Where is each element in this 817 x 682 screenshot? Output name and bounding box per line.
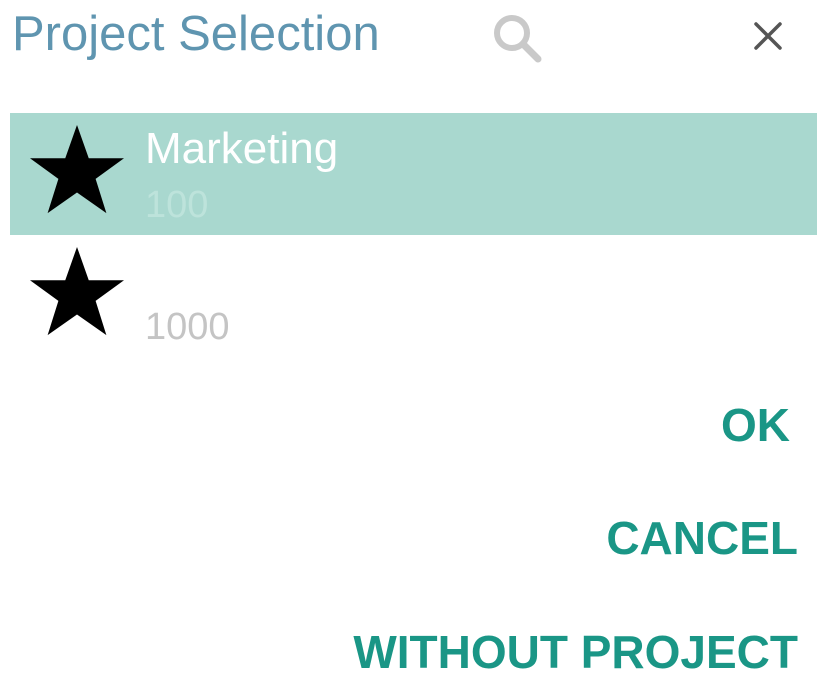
project-item-marketing[interactable]: Marketing 100 (10, 113, 817, 235)
dialog-header: Project Selection (0, 0, 817, 75)
close-icon (754, 22, 782, 50)
search-icon (494, 15, 542, 63)
project-code: 1000 (145, 306, 230, 348)
project-code: 100 (145, 184, 209, 226)
close-button[interactable] (744, 12, 792, 60)
project-list: Marketing 100 1000 (10, 113, 817, 357)
ok-button[interactable]: OK (721, 395, 790, 455)
star-icon[interactable] (28, 123, 126, 217)
dialog-title: Project Selection (12, 7, 380, 61)
project-selection-dialog: Project Selection Marketing 100 1000 OK … (0, 0, 817, 678)
star-icon[interactable] (28, 245, 126, 339)
search-button[interactable] (488, 10, 548, 66)
cancel-button[interactable]: CANCEL (606, 508, 798, 568)
project-item[interactable]: 1000 (10, 235, 817, 357)
project-name: Marketing (145, 124, 339, 173)
without-project-button[interactable]: WITHOUT PROJECT (353, 622, 798, 682)
